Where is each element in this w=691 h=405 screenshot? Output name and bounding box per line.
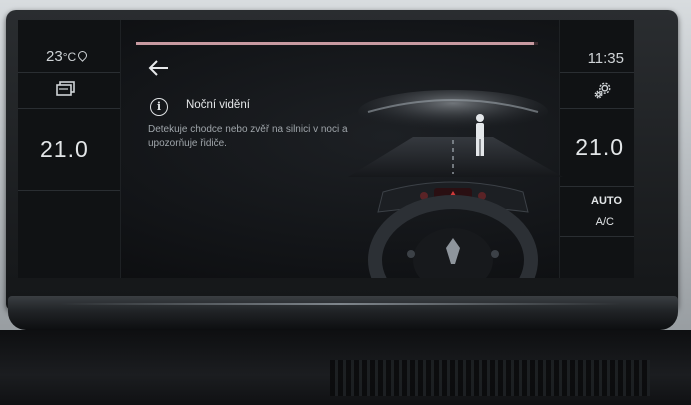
location-pin-icon (76, 49, 90, 62)
info-icon: i (150, 98, 168, 116)
page-progress-fill (136, 42, 534, 45)
divider (18, 190, 120, 191)
feature-description: Detekuje chodce nebo zvěř na silnici v n… (148, 124, 348, 149)
divider (18, 72, 120, 73)
clock: 11:35 (587, 50, 624, 67)
trim-highlight (60, 303, 620, 305)
driver-temperature[interactable]: 21.0 (40, 136, 89, 163)
ac-button[interactable]: A/C (596, 216, 614, 228)
back-button[interactable] (146, 58, 172, 78)
auto-climate-button[interactable]: AUTO (591, 195, 622, 207)
arrow-left-icon (148, 60, 168, 76)
infotainment-screen: 23°C 21.0 21.0 AUTO A/C 11:35 i Noční vi… (18, 20, 634, 278)
feature-title: Noční vidění (186, 99, 250, 111)
air-vent (330, 360, 650, 396)
divider (560, 72, 634, 73)
outside-temperature: 23°C (46, 48, 90, 65)
page-progress-track (136, 42, 538, 45)
left-climate-panel: 23°C 21.0 (18, 20, 121, 278)
passenger-temperature[interactable]: 21.0 (575, 134, 624, 161)
screen-lower-trim (8, 296, 678, 330)
night-vision-illustration (348, 90, 563, 278)
recirculation-icon[interactable] (55, 80, 77, 96)
gear-icon[interactable] (594, 81, 612, 99)
outside-temperature-unit: °C (62, 50, 77, 64)
divider (18, 108, 120, 109)
outside-temperature-value: 23 (46, 48, 63, 65)
